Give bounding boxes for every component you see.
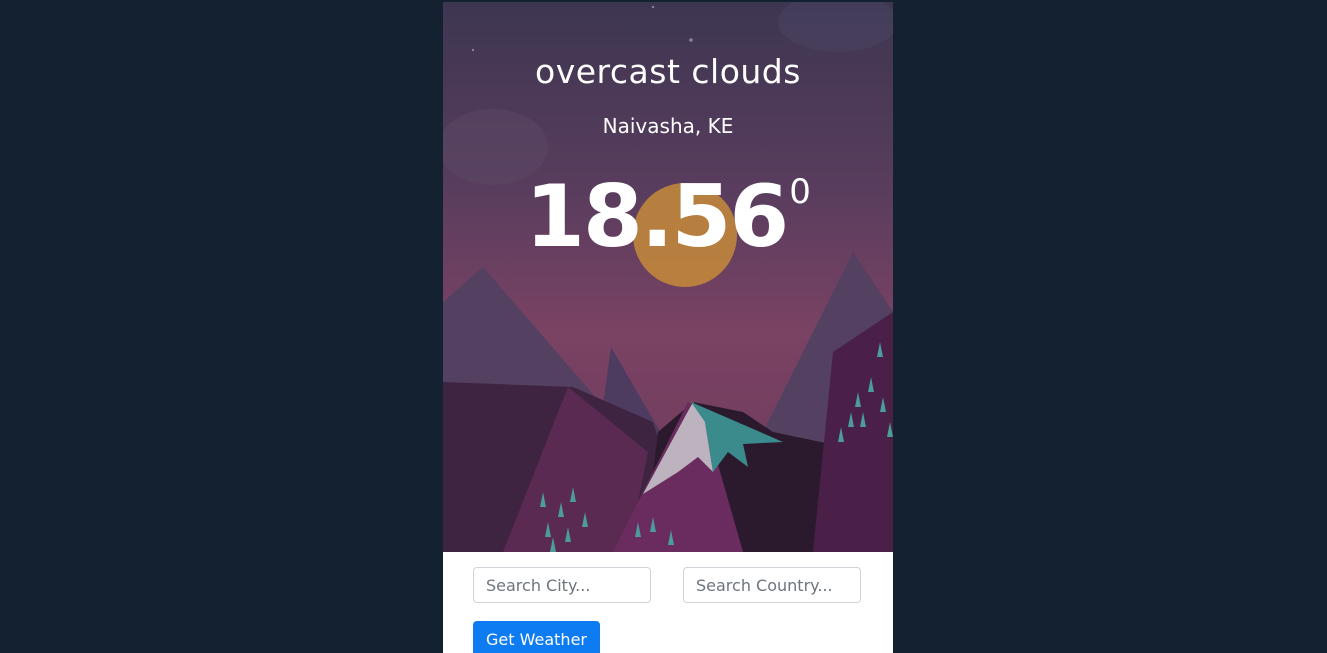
weather-location: Naivasha, KE bbox=[602, 114, 734, 138]
country-search-input[interactable] bbox=[683, 567, 861, 603]
weather-description: overcast clouds bbox=[535, 52, 801, 91]
city-search-input[interactable] bbox=[473, 567, 651, 603]
temperature-value: 18.56 bbox=[525, 167, 789, 267]
get-weather-button[interactable]: Get Weather bbox=[473, 621, 600, 653]
weather-card: overcast clouds Naivasha, KE 18.560 Get … bbox=[443, 2, 893, 653]
weather-hero: overcast clouds Naivasha, KE 18.560 bbox=[443, 2, 893, 552]
temperature-display: 18.560 bbox=[443, 170, 893, 265]
search-form: Get Weather bbox=[443, 552, 893, 653]
weather-summary: overcast clouds Naivasha, KE 18.560 bbox=[443, 2, 893, 552]
degree-symbol: 0 bbox=[789, 172, 811, 212]
